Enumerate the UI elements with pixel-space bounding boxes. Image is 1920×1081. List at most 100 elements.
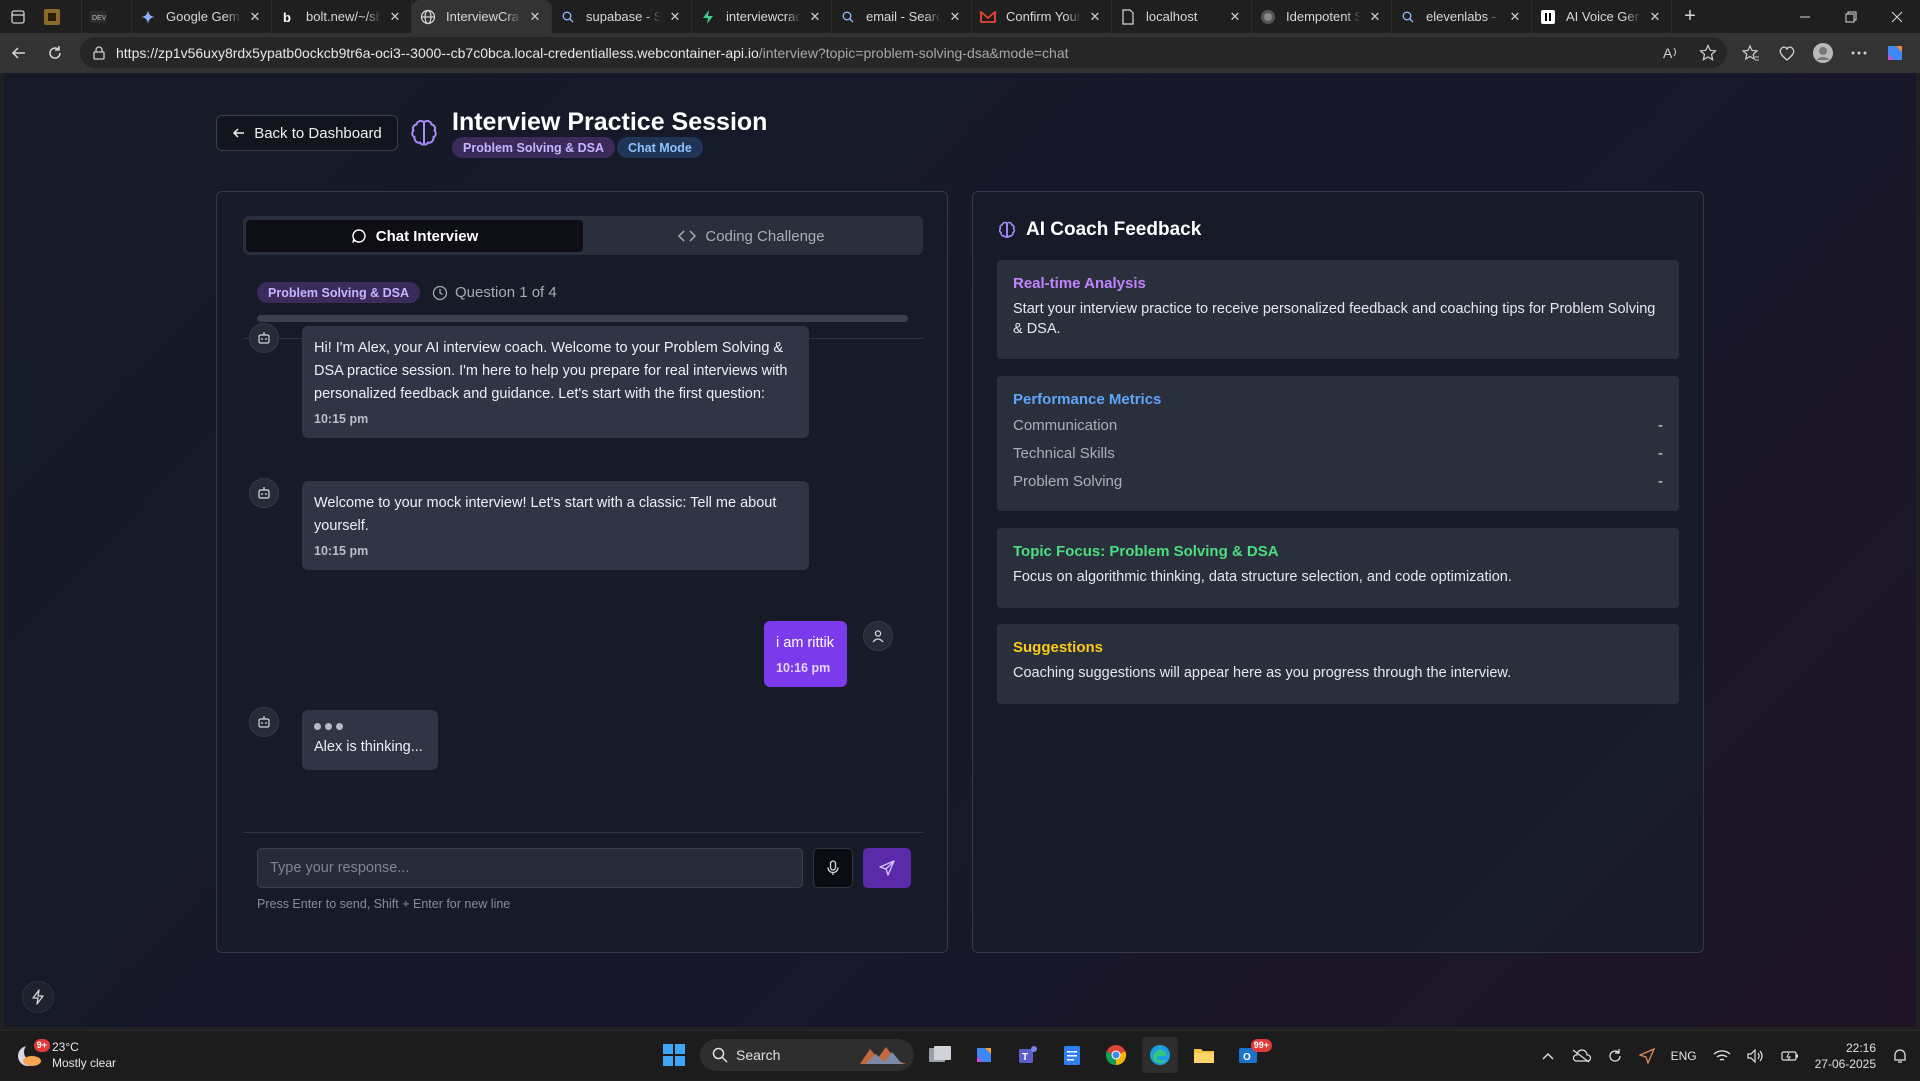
notification-badge: 99+ [1250,1039,1272,1052]
tab-title: Confirm Your S [1006,9,1081,24]
tab-title: interviewcrack [726,9,801,24]
battery-icon[interactable] [1781,1049,1799,1063]
tab-title: AI Voice Gener [1566,9,1641,24]
close-tab-icon[interactable]: ✕ [247,9,263,25]
card-title: Suggestions [1013,639,1104,656]
wifi-icon[interactable] [1713,1049,1731,1063]
message-time: 10:15 pm [314,412,369,426]
globe-icon [1260,9,1276,25]
close-tab-icon[interactable]: ✕ [1367,9,1383,25]
tab-chat-interview[interactable]: Chat Interview [246,220,583,252]
close-tab-icon[interactable]: ✕ [1507,9,1523,25]
close-tab-icon[interactable]: ✕ [947,9,963,25]
browser-tab[interactable]: elevenlabs - Se ✕ [1392,0,1532,33]
page-title: Interview Practice Session [452,108,768,136]
address-bar[interactable]: https://zp1v56uxy8rdx5ypatb0ockcb9tr6a-o… [80,37,1727,68]
more-options-icon[interactable] [1844,38,1874,68]
ai-message: Welcome to your mock interview! Let's st… [302,481,809,570]
tab-title: elevenlabs - Se [1426,9,1501,24]
close-tab-icon[interactable]: ✕ [807,9,823,25]
back-to-dashboard-button[interactable]: Back to Dashboard [216,115,398,151]
task-view-icon[interactable] [922,1037,958,1073]
browser-tab[interactable]: supabase - Sea ✕ [552,0,692,33]
copilot-app-icon[interactable] [966,1037,1002,1073]
close-tab-icon[interactable]: ✕ [667,9,683,25]
browser-tab[interactable]: Idempotent Se ✕ [1252,0,1392,33]
coach-feedback-panel: AI Coach Feedback Real-time Analysis Sta… [972,191,1704,953]
close-window-icon[interactable] [1874,0,1920,33]
clock-icon [432,285,448,300]
notifications-bell-icon[interactable] [1892,1048,1908,1064]
metric-value: - [1658,472,1663,490]
browser-tab[interactable]: b bolt.new/~/sb1 ✕ [272,0,412,33]
metric-label: Problem Solving [1013,472,1123,490]
browser-tab[interactable]: localhost ✕ [1112,0,1252,33]
chevron-up-icon[interactable] [1541,1051,1555,1061]
metric-row: Communication - [1013,411,1663,439]
ai-message: Hi! I'm Alex, your AI interview coach. W… [302,326,809,438]
copilot-icon[interactable] [1880,38,1910,68]
clock-date: 27-06-2025 [1814,1057,1876,1071]
favorite-star-icon[interactable] [1699,43,1717,62]
browser-tab-active[interactable]: InterviewCrack ✕ [412,0,552,33]
response-input[interactable]: Type your response... [257,848,803,888]
restore-icon[interactable] [1828,0,1874,33]
weather-badge: 9+ [33,1039,50,1052]
back-arrow-icon[interactable] [2,36,36,70]
svg-text:A: A [1663,45,1673,61]
volume-icon[interactable] [1747,1049,1765,1063]
microphone-button[interactable] [813,848,853,888]
browser-essentials-icon[interactable] [1772,38,1802,68]
close-tab-icon[interactable]: ✕ [1647,9,1663,25]
message-time: 10:15 pm [314,544,369,558]
question-progress-bar [257,315,908,322]
favorites-icon[interactable] [1736,38,1766,68]
minimize-icon[interactable] [1782,0,1828,33]
metric-label: Communication [1013,416,1118,434]
card-text: Coaching suggestions will appear here as… [1013,665,1512,681]
site-info-icon[interactable] [92,45,106,60]
browser-tab[interactable]: Google Gemini ✕ [132,0,272,33]
mic-icon [827,860,839,875]
system-clock[interactable]: 22:16 27-06-2025 [1815,1040,1876,1072]
teams-icon[interactable]: T [1010,1037,1046,1073]
search-icon [712,1047,728,1063]
edge-icon[interactable] [1142,1037,1178,1073]
weather-widget[interactable]: 9+ 23°C Mostly clear [16,1039,116,1071]
brain-icon [408,117,440,149]
browser-tab[interactable]: AI Voice Gener ✕ [1532,0,1672,33]
location-arrow-icon[interactable] [1638,1048,1655,1064]
browser-tab[interactable]: email - Search ✕ [832,0,972,33]
onedrive-icon[interactable] [1571,1049,1591,1063]
refresh-icon[interactable] [38,36,72,70]
read-aloud-icon[interactable]: A [1663,45,1681,61]
search-icon [560,9,576,25]
close-tab-icon[interactable]: ✕ [527,9,543,25]
close-tab-icon[interactable]: ✕ [1227,9,1243,25]
url-path: /interview?topic=problem-solving-dsa&mod… [758,44,1069,61]
browser-tab-dev[interactable]: DEV [82,0,132,33]
browser-tab-bolt[interactable] [36,0,82,33]
close-tab-icon[interactable]: ✕ [1087,9,1103,25]
file-explorer-icon[interactable] [1186,1037,1222,1073]
chrome-icon[interactable] [1098,1037,1134,1073]
page-icon [1120,8,1136,25]
realtime-analysis-card: Real-time Analysis Start your interview … [997,260,1679,359]
outlook-icon[interactable]: O 99+ [1230,1037,1272,1073]
close-tab-icon[interactable]: ✕ [387,9,403,25]
taskbar-search[interactable]: Search [700,1039,914,1071]
new-tab-button[interactable]: + [1672,0,1708,33]
profile-avatar[interactable] [1808,38,1838,68]
windows-start-icon[interactable] [656,1037,692,1073]
language-indicator[interactable]: ENG [1671,1049,1697,1063]
clock-time: 22:16 [1845,1041,1876,1055]
question-counter-text: Question 1 of 4 [455,284,557,301]
notepad-icon[interactable] [1054,1037,1090,1073]
send-button[interactable] [863,848,911,888]
browser-tab[interactable]: interviewcrack ✕ [692,0,832,33]
tab-actions-icon[interactable] [0,0,36,33]
browser-tab[interactable]: Confirm Your S ✕ [972,0,1112,33]
sync-icon[interactable] [1607,1048,1623,1064]
tab-coding-challenge[interactable]: Coding Challenge [583,220,920,252]
bolt-icon[interactable] [22,981,54,1013]
